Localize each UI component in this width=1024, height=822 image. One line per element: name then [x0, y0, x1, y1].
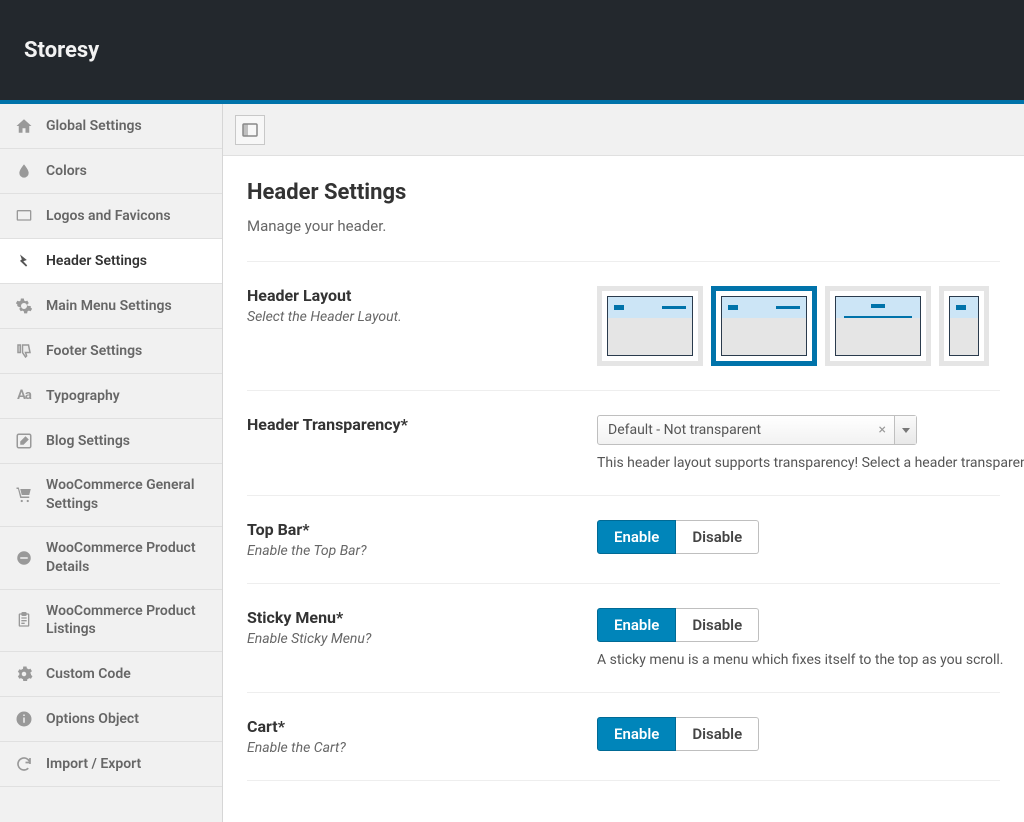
field-label: Header Layout Select the Header Layout. — [247, 286, 597, 325]
settings-sidebar: Global Settings Colors Logos and Favicons H… — [0, 104, 223, 822]
field-header-transparency: Header Transparency* Default - Not trans… — [247, 391, 1000, 496]
field-desc: Enable Sticky Menu? — [247, 631, 577, 647]
enable-button[interactable]: Enable — [597, 520, 676, 554]
field-sticky-menu: Sticky Menu* Enable Sticky Menu? Enable … — [247, 584, 1000, 693]
clipboard-icon — [14, 610, 34, 630]
info-icon — [14, 709, 34, 729]
field-desc: Enable the Top Bar? — [247, 543, 577, 559]
pointer-icon — [14, 251, 34, 271]
field-title: Header Transparency* — [247, 415, 577, 434]
sidebar-item-label: WooCommerce Product Listings — [46, 602, 208, 640]
cog-icon — [14, 664, 34, 684]
field-label: Sticky Menu* Enable Sticky Menu? — [247, 608, 597, 647]
sidebar-item-label: Header Settings — [46, 252, 147, 271]
field-title: Cart* — [247, 717, 577, 736]
field-desc: Select the Header Layout. — [247, 309, 577, 325]
app-header: Storesy — [0, 0, 1024, 104]
field-control: Enable Disable — [597, 717, 1000, 751]
expand-icon — [242, 122, 258, 138]
sidebar-item-label: Options Object — [46, 710, 139, 729]
enable-button[interactable]: Enable — [597, 717, 676, 751]
sidebar-item-label: Import / Export — [46, 755, 141, 774]
field-label: Header Transparency* — [247, 415, 597, 438]
layout-option-1[interactable] — [597, 286, 703, 366]
select-arrow-button[interactable] — [894, 416, 916, 444]
transparency-select[interactable]: Default - Not transparent × — [597, 415, 917, 445]
disable-button[interactable]: Disable — [676, 717, 759, 751]
typography-icon: Aa — [14, 386, 34, 406]
sidebar-item-woocommerce-product-listings[interactable]: WooCommerce Product Listings — [0, 590, 222, 653]
section-subtitle: Manage your header. — [247, 217, 1000, 235]
sidebar-item-label: Footer Settings — [46, 342, 142, 361]
sidebar-item-label: Typography — [46, 387, 120, 406]
sidebar-item-label: Custom Code — [46, 665, 131, 684]
field-top-bar: Top Bar* Enable the Top Bar? Enable Disa… — [247, 496, 1000, 584]
sidebar-item-blog-settings[interactable]: Blog Settings — [0, 419, 222, 464]
field-label: Top Bar* Enable the Top Bar? — [247, 520, 597, 559]
sidebar-item-custom-code[interactable]: Custom Code — [0, 652, 222, 697]
cart-toggle: Enable Disable — [597, 717, 759, 751]
sidebar-item-footer-settings[interactable]: Footer Settings — [0, 329, 222, 374]
enable-button[interactable]: Enable — [597, 608, 676, 642]
field-control: Enable Disable — [597, 520, 1000, 554]
header-layout-picker — [597, 286, 1000, 366]
field-cart: Cart* Enable the Cart? Enable Disable — [247, 693, 1000, 781]
main-panel: Header Settings Manage your header. Head… — [223, 104, 1024, 822]
gear-icon — [14, 296, 34, 316]
edit-icon — [14, 431, 34, 451]
monitor-icon — [14, 206, 34, 226]
sidebar-item-main-menu-settings[interactable]: Main Menu Settings — [0, 284, 222, 329]
sidebar-item-import-export[interactable]: Import / Export — [0, 742, 222, 787]
sidebar-item-label: Logos and Favicons — [46, 207, 171, 226]
sidebar-item-colors[interactable]: Colors — [0, 149, 222, 194]
cart-icon — [14, 485, 34, 505]
field-control: Enable Disable A sticky menu is a menu w… — [597, 608, 1000, 668]
expand-toolbar-button[interactable] — [235, 115, 265, 145]
select-clear-icon[interactable]: × — [871, 422, 894, 438]
sidebar-item-label: WooCommerce General Settings — [46, 476, 208, 514]
sync-icon — [14, 754, 34, 774]
sidebar-item-woocommerce-general-settings[interactable]: WooCommerce General Settings — [0, 464, 222, 527]
layout-option-4[interactable] — [939, 286, 989, 366]
sidebar-item-header-settings[interactable]: Header Settings — [0, 239, 222, 284]
layout-option-3[interactable] — [825, 286, 931, 366]
chevron-down-icon — [902, 428, 910, 433]
sidebar-item-label: Main Menu Settings — [46, 297, 172, 316]
field-help: This header layout supports transparency… — [597, 455, 1000, 471]
sidebar-item-global-settings[interactable]: Global Settings — [0, 104, 222, 149]
field-desc: Enable the Cart? — [247, 740, 577, 756]
field-help: A sticky menu is a menu which fixes itse… — [597, 652, 1000, 668]
sidebar-item-typography[interactable]: Aa Typography — [0, 374, 222, 419]
field-control — [597, 286, 1000, 366]
layout-option-2[interactable] — [711, 286, 817, 366]
section-title: Header Settings — [247, 180, 1000, 205]
disable-button[interactable]: Disable — [676, 608, 759, 642]
panel-toolbar — [223, 104, 1024, 156]
panel-content: Header Settings Manage your header. Head… — [223, 156, 1024, 822]
sidebar-item-woocommerce-product-details[interactable]: WooCommerce Product Details — [0, 527, 222, 590]
thumb-down-icon — [14, 341, 34, 361]
field-title: Sticky Menu* — [247, 608, 577, 627]
field-title: Top Bar* — [247, 520, 577, 539]
field-control: Default - Not transparent × This header … — [597, 415, 1000, 471]
sidebar-item-label: WooCommerce Product Details — [46, 539, 208, 577]
field-header-layout: Header Layout Select the Header Layout. — [247, 261, 1000, 391]
top-bar-toggle: Enable Disable — [597, 520, 759, 554]
sidebar-item-label: Blog Settings — [46, 432, 130, 451]
home-icon — [14, 116, 34, 136]
field-label: Cart* Enable the Cart? — [247, 717, 597, 756]
disable-button[interactable]: Disable — [676, 520, 759, 554]
sidebar-item-logos-and-favicons[interactable]: Logos and Favicons — [0, 194, 222, 239]
sidebar-item-options-object[interactable]: Options Object — [0, 697, 222, 742]
select-value: Default - Not transparent — [598, 422, 871, 438]
brand-title: Storesy — [24, 38, 99, 63]
main-layout: Global Settings Colors Logos and Favicons H… — [0, 104, 1024, 822]
sidebar-item-label: Global Settings — [46, 117, 142, 136]
field-title: Header Layout — [247, 286, 577, 305]
circle-minus-icon — [14, 548, 34, 568]
drop-icon — [14, 161, 34, 181]
sidebar-item-label: Colors — [46, 162, 87, 181]
sticky-menu-toggle: Enable Disable — [597, 608, 759, 642]
